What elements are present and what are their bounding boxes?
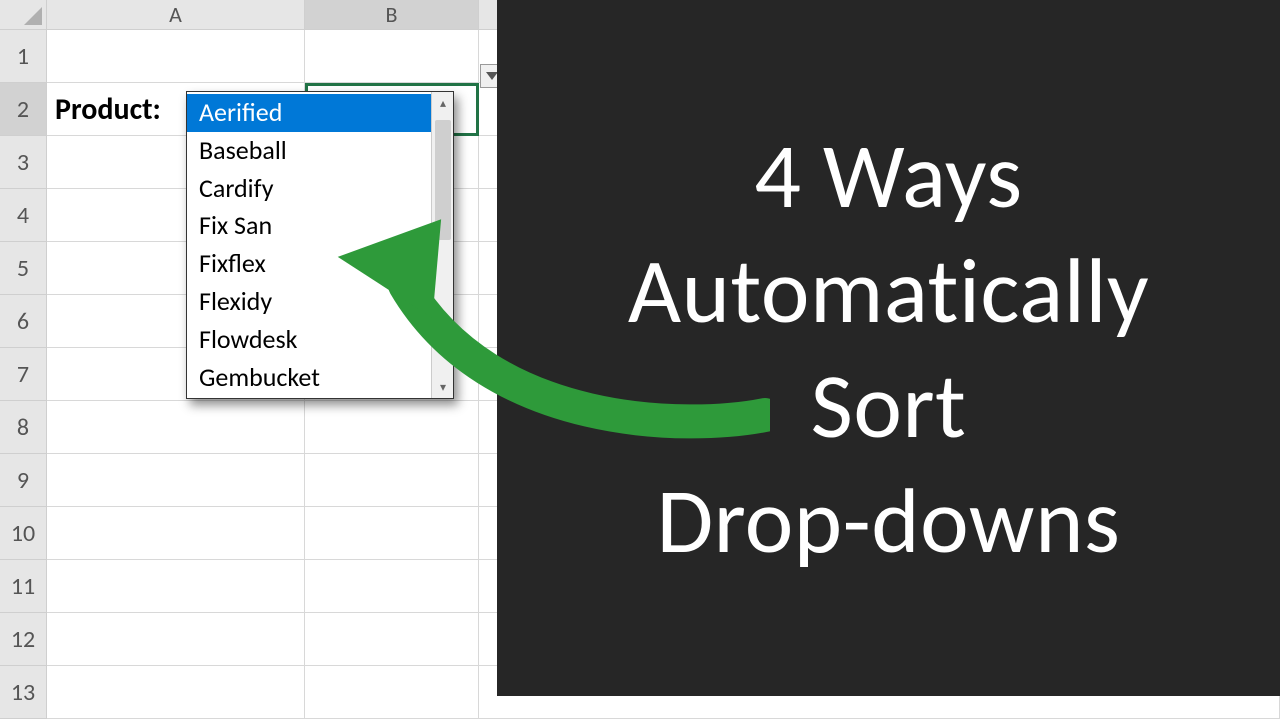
cell-B12[interactable]: [305, 613, 479, 666]
row-header-6[interactable]: 6: [0, 295, 47, 348]
scroll-down-icon[interactable]: ▾: [432, 376, 454, 398]
dropdown-item[interactable]: Fix San: [187, 207, 431, 245]
cell-A10[interactable]: [47, 507, 305, 560]
col-header-A[interactable]: A: [47, 0, 305, 30]
spreadsheet: A B C D E 1 2 Product: Aerified 3 4 5: [0, 0, 1280, 720]
title-overlay-panel: 4 Ways Automatically Sort Drop-downs: [497, 0, 1280, 696]
cell-B10[interactable]: [305, 507, 479, 560]
select-all-triangle[interactable]: [0, 0, 47, 30]
dropdown-scrollbar[interactable]: ▴ ▾: [431, 92, 453, 398]
cell-B13[interactable]: [305, 666, 479, 719]
row-header-8[interactable]: 8: [0, 401, 47, 454]
dropdown-item[interactable]: Flowdesk: [187, 321, 431, 359]
dropdown-item[interactable]: Fixflex: [187, 245, 431, 283]
cell-A11[interactable]: [47, 560, 305, 613]
dropdown-item[interactable]: Gembucket: [187, 359, 431, 397]
cell-A12[interactable]: [47, 613, 305, 666]
overlay-line-2: Automatically: [628, 233, 1149, 348]
cell-A8[interactable]: [47, 401, 305, 454]
row-header-12[interactable]: 12: [0, 613, 47, 666]
cell-B9[interactable]: [305, 454, 479, 507]
row-header-4[interactable]: 4: [0, 189, 47, 242]
dropdown-items: Aerified Baseball Cardify Fix San Fixfle…: [187, 92, 431, 398]
scroll-thumb[interactable]: [435, 120, 451, 240]
col-header-B[interactable]: B: [305, 0, 479, 30]
row-header-5[interactable]: 5: [0, 242, 47, 295]
overlay-line-1: 4 Ways: [754, 118, 1022, 233]
cell-A9[interactable]: [47, 454, 305, 507]
row-header-2[interactable]: 2: [0, 83, 47, 136]
dropdown-item[interactable]: Baseball: [187, 132, 431, 170]
row-header-10[interactable]: 10: [0, 507, 47, 560]
dropdown-list[interactable]: Aerified Baseball Cardify Fix San Fixfle…: [186, 91, 454, 399]
cell-B1[interactable]: [305, 30, 479, 83]
cell-B11[interactable]: [305, 560, 479, 613]
row-header-11[interactable]: 11: [0, 560, 47, 613]
overlay-line-3: Sort: [811, 348, 967, 463]
cell-A13[interactable]: [47, 666, 305, 719]
row-header-13[interactable]: 13: [0, 666, 47, 719]
row-header-3[interactable]: 3: [0, 136, 47, 189]
dropdown-item[interactable]: Aerified: [187, 94, 431, 132]
dropdown-item[interactable]: Flexidy: [187, 283, 431, 321]
row-header-7[interactable]: 7: [0, 348, 47, 401]
cell-B8[interactable]: [305, 401, 479, 454]
dropdown-item[interactable]: Cardify: [187, 170, 431, 208]
scroll-up-icon[interactable]: ▴: [432, 92, 454, 114]
cell-A1[interactable]: [47, 30, 305, 83]
overlay-line-4: Drop-downs: [657, 463, 1121, 578]
row-header-9[interactable]: 9: [0, 454, 47, 507]
row-header-1[interactable]: 1: [0, 30, 47, 83]
